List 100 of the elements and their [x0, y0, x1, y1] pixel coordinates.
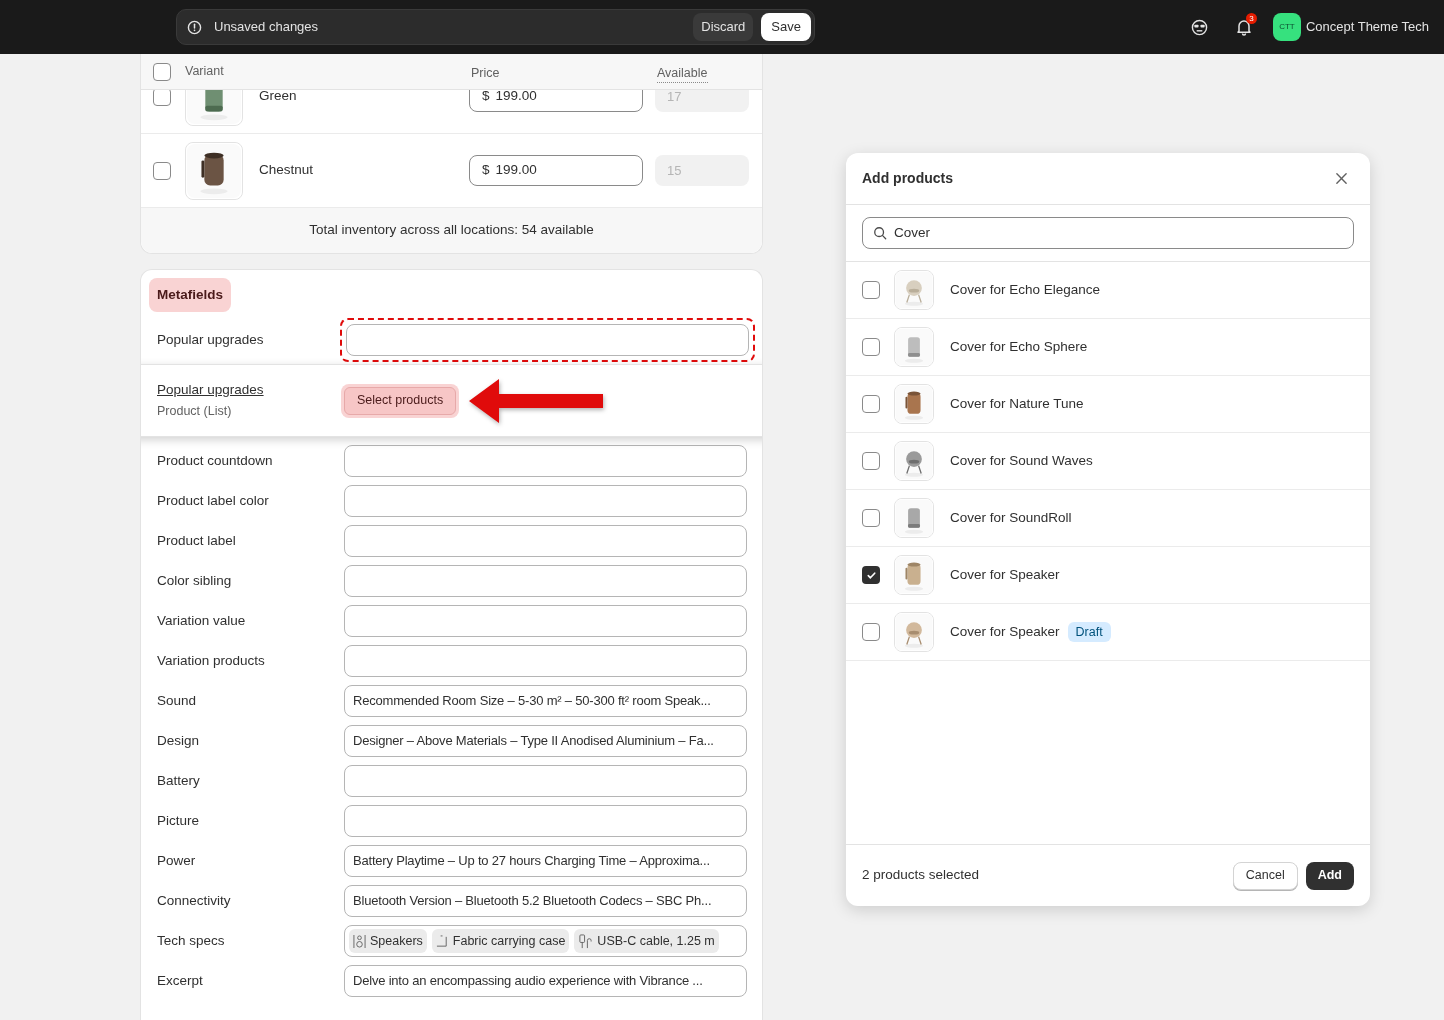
selection-count: 2 products selected: [862, 866, 981, 885]
metafield-type: Product (List): [157, 403, 233, 421]
inventory-total: Total inventory across all locations: 54 available: [309, 221, 594, 240]
search-icon: [873, 226, 887, 240]
product-name: Cover for Speaker: [950, 565, 1060, 584]
metafield-value: Designer – Above Materials – Type II Anodised Aluminium – Fa...: [353, 732, 714, 751]
metafield-value: Bluetooth Version – Bluetooth 5.2 Bluetooth Codecs – SBC Ph...: [353, 892, 712, 911]
metafield-input[interactable]: [344, 605, 747, 637]
metafield-input[interactable]: [344, 765, 747, 797]
metafield-label: Color sibling: [157, 571, 233, 590]
metafield-input[interactable]: Bluetooth Version – Bluetooth 5.2 Bluetooth Codecs – SBC Ph...: [344, 885, 747, 917]
metafield-label: Product label color: [157, 491, 270, 510]
spec-chip: Speakers: [349, 929, 427, 953]
search-field[interactable]: Cover: [862, 217, 1354, 249]
variant-name: Green: [259, 90, 298, 106]
metafield-label: Tech specs: [157, 931, 226, 950]
metafield-label: Design: [157, 731, 201, 750]
discard-button[interactable]: Discard: [693, 13, 754, 41]
checkbox[interactable]: [862, 566, 880, 584]
dialog-title: Add products: [862, 169, 954, 188]
metafield-label: Power: [157, 851, 197, 870]
case-icon: [435, 933, 449, 949]
metafield-label: Product label: [157, 531, 237, 550]
checkbox[interactable]: [153, 90, 171, 106]
available-field: 15: [655, 155, 749, 186]
select-products-button[interactable]: Select products: [344, 386, 457, 415]
add-button[interactable]: Add: [1305, 861, 1354, 890]
spec-chip: USB-C cable, 1.25 m: [574, 929, 719, 953]
product-name: Cover for Nature Tune: [950, 394, 1084, 413]
metafield-label: Variation value: [157, 611, 247, 630]
column-header: Available: [657, 59, 708, 84]
section-title: Metafields: [149, 278, 232, 312]
metafield-input[interactable]: [344, 485, 747, 517]
checkbox[interactable]: [862, 281, 880, 299]
checkbox[interactable]: [862, 509, 880, 527]
close-icon[interactable]: [1335, 172, 1348, 185]
notification-badge: 3: [1245, 13, 1257, 24]
metafield-label: Excerpt: [157, 971, 204, 990]
product-row[interactable]: Cover for Speaker: [846, 547, 1370, 604]
price-value: 199.00: [495, 161, 537, 180]
metafield-input[interactable]: [344, 645, 747, 677]
cancel-button[interactable]: Cancel: [1232, 861, 1298, 890]
price-field[interactable]: $ 199.00: [469, 155, 643, 186]
product-row[interactable]: Cover for Echo Sphere: [846, 319, 1370, 376]
metafield-input[interactable]: [344, 525, 747, 557]
checkbox[interactable]: [862, 338, 880, 356]
metafield-label: Product countdown: [157, 451, 274, 470]
metafield-label: Battery: [157, 771, 201, 790]
product-row[interactable]: Cover for SoundRoll: [846, 490, 1370, 547]
alert-icon: [187, 19, 202, 35]
checkbox[interactable]: [862, 623, 880, 641]
metafield-value: Recommended Room Size – 5-30 m² – 50-300 ft² room Speak...: [353, 692, 711, 711]
status-badge: Draft: [1067, 622, 1111, 642]
spec-chip: Fabric carrying case: [431, 929, 570, 953]
metafield-label: Sound: [157, 691, 198, 710]
metafield-label: Variation products: [157, 651, 266, 670]
product-name: Cover for Echo Elegance: [950, 280, 1101, 299]
metafield-input[interactable]: [344, 565, 747, 597]
metafield-value: Delve into an encompassing audio experience with Vibrance ...: [353, 972, 703, 991]
product-row[interactable]: Cover for Echo Elegance: [846, 262, 1370, 319]
metafield-value: Battery Playtime – Up to 27 hours Charging Time – Approxima...: [353, 852, 710, 871]
column-header: Price: [471, 65, 501, 83]
cable-icon: [578, 933, 594, 949]
store-avatar[interactable]: CTT: [1272, 13, 1301, 41]
metafield-input[interactable]: [344, 805, 747, 837]
metafield-label: Connectivity: [157, 891, 232, 910]
metafield-input[interactable]: [344, 445, 747, 477]
column-header: Variant: [185, 63, 225, 81]
search-value: Cover: [894, 223, 930, 242]
price-value: 199.00: [495, 90, 537, 106]
product-name: Cover for Sound Waves: [950, 451, 1093, 470]
metafield-input[interactable]: Designer – Above Materials – Type II Anodised Aluminium – Fa...: [344, 725, 747, 757]
metafield-link[interactable]: Popular upgrades: [157, 380, 341, 401]
bell-icon[interactable]: [1234, 18, 1253, 36]
price-field[interactable]: $ 199.00: [469, 90, 643, 112]
metafield-input[interactable]: Delve into an encompassing audio experience with Vibrance ...: [344, 965, 747, 997]
face-icon[interactable]: [1190, 18, 1208, 36]
speaker-icon: [353, 933, 366, 949]
metafield-label: Picture: [157, 811, 201, 830]
metafield-label: Popular upgrades: [157, 330, 265, 349]
store-name[interactable]: Concept Theme Tech: [1305, 17, 1429, 37]
status-text: Unsaved changes: [214, 18, 319, 37]
checkbox[interactable]: [153, 62, 171, 81]
currency-symbol: $: [482, 90, 490, 106]
save-button[interactable]: Save: [761, 13, 811, 41]
product-row[interactable]: Cover for Speaker Draft: [846, 604, 1370, 661]
metafield-input[interactable]: Battery Playtime – Up to 27 hours Charging Time – Approxima...: [344, 845, 747, 877]
metafield-input[interactable]: [346, 324, 749, 356]
product-name: Cover for Speaker: [950, 622, 1060, 641]
product-row[interactable]: Cover for Nature Tune: [846, 376, 1370, 433]
checkbox[interactable]: [862, 395, 880, 413]
product-name: Cover for SoundRoll: [950, 508, 1072, 527]
product-row[interactable]: Cover for Sound Waves: [846, 433, 1370, 490]
currency-symbol: $: [482, 161, 490, 180]
variant-name: Chestnut: [259, 161, 315, 180]
checkbox[interactable]: [153, 161, 171, 180]
checkbox[interactable]: [862, 452, 880, 470]
metafield-input[interactable]: Speakers Fabric carrying case USB-C cable, 1.25 m: [344, 925, 747, 957]
metafield-input[interactable]: Recommended Room Size – 5-30 m² – 50-300 ft² room Speak...: [344, 685, 747, 717]
available-field: 17: [655, 90, 749, 112]
